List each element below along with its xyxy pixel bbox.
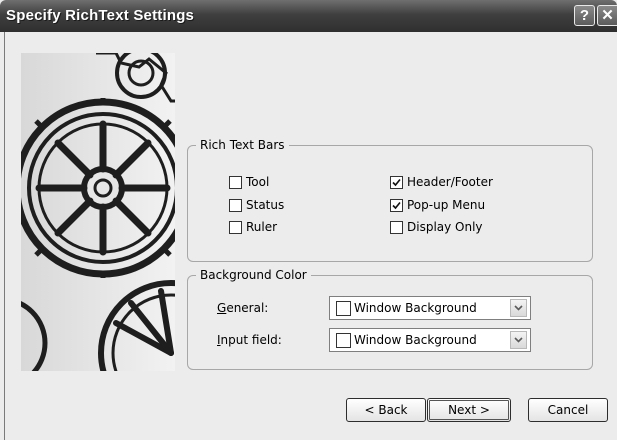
general-color-dropdown[interactable]: Window Background [329,296,531,320]
general-mnemonic: G [217,301,227,315]
input-label-rest: nput field: [220,333,282,347]
checkbox-label: Pop-up Menu [407,198,486,212]
checkbox-tool[interactable]: Tool [229,173,269,191]
checkbox-ruler[interactable]: Ruler [229,218,277,236]
checkbox-label: Ruler [246,220,278,234]
checkbox-status[interactable]: Status [229,196,284,214]
checkbox-label: Status [246,198,285,212]
close-button[interactable]: ✕ [597,5,617,26]
checkbox-box[interactable] [390,220,403,234]
back-button[interactable]: < Back [346,398,426,422]
color-swatch [336,333,351,348]
color-swatch [336,301,351,316]
background-color-group: Background Color General: Window Backgro… [187,267,593,370]
input-field-label: Input field: [217,332,282,348]
gear-illustration [21,53,175,371]
background-color-legend: Background Color [196,267,311,283]
checkbox-box[interactable] [229,198,242,212]
cancel-button[interactable]: Cancel [528,398,608,422]
checkbox-display-only[interactable]: Display Only [390,218,483,236]
checkbox-box-checked[interactable] [390,175,403,189]
checkbox-box[interactable] [229,220,242,234]
input-field-color-value: Window Background [354,333,477,347]
general-label-rest: eneral: [226,301,269,315]
checkbox-label: Display Only [407,220,483,234]
rich-text-bars-legend: Rich Text Bars [196,137,289,153]
check-icon [392,178,401,186]
dialog-client-area: Rich Text Bars Tool Status Ruler Header/… [4,32,617,440]
general-color-value: Window Background [354,301,477,315]
help-button[interactable]: ? [574,5,595,26]
title-bar[interactable]: Specify RichText Settings ? ✕ [0,0,617,32]
input-field-color-dropdown[interactable]: Window Background [329,328,531,352]
checkbox-label: Tool [246,175,270,189]
dialog-window: Specify RichText Settings ? ✕ Rich Text … [0,0,617,440]
chevron-down-icon[interactable] [510,299,527,317]
window-title: Specify RichText Settings [6,7,195,24]
checkbox-box[interactable] [229,175,242,189]
chevron-down-icon[interactable] [510,331,527,349]
checkbox-popup-menu[interactable]: Pop-up Menu [390,196,485,214]
rich-text-bars-group: Rich Text Bars Tool Status Ruler Header/… [187,137,593,262]
checkbox-box-checked[interactable] [390,198,403,212]
general-label: General: [217,300,268,316]
checkbox-header-footer[interactable]: Header/Footer [390,173,493,191]
checkbox-label: Header/Footer [407,175,493,189]
check-icon [392,201,401,209]
next-button[interactable]: Next > [427,398,511,422]
